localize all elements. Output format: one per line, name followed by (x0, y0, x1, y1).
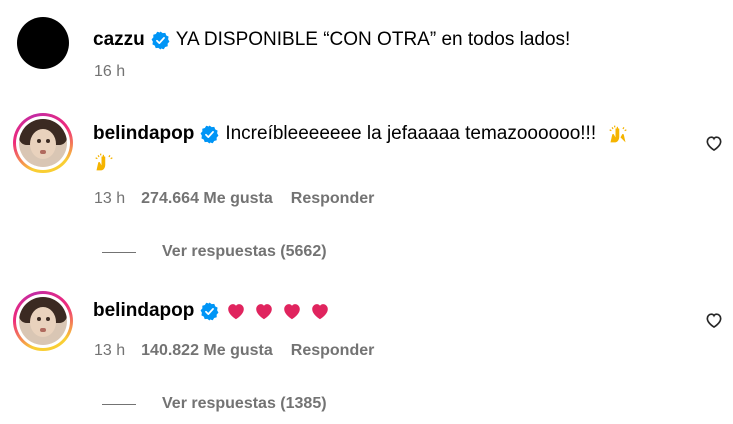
comment-emojis (225, 300, 337, 322)
comment-header: belindapop Increíbleeeeeee la jefaaaaa t… (93, 123, 628, 145)
avatar-belindapop[interactable] (13, 113, 73, 173)
verified-badge-icon (200, 124, 219, 144)
view-replies-label: Ver respuestas (5662) (162, 243, 327, 260)
raising-hands-icon (95, 153, 113, 171)
username[interactable]: belindapop (93, 123, 194, 145)
view-replies-button[interactable]: Ver respuestas (1385) (102, 395, 327, 413)
comment-header: cazzu YA DISPONIBLE “CON OTRA” en todos … (93, 29, 570, 51)
divider-line (102, 403, 136, 405)
comment-header: belindapop (93, 300, 337, 322)
like-heart-icon[interactable] (704, 133, 724, 153)
timestamp: 13 h (94, 342, 126, 359)
comment-text: YA DISPONIBLE “CON OTRA” en todos lados! (175, 29, 571, 50)
red-heart-icon (228, 304, 245, 320)
reply-button[interactable]: Responder (291, 342, 375, 360)
view-replies-label: Ver respuestas (1385) (162, 395, 327, 412)
red-heart-icon (312, 304, 329, 320)
reply-button[interactable]: Responder (291, 190, 375, 208)
comment-meta: 13 h 274.664 Me gusta Responder (94, 190, 374, 208)
raising-hands-icon (609, 125, 627, 143)
divider-line (102, 251, 136, 253)
avatar-cazzu[interactable] (17, 17, 69, 69)
timestamp: 16 h (94, 63, 126, 80)
verified-badge-icon (151, 30, 170, 50)
red-heart-icon (256, 304, 273, 320)
likes-count[interactable]: 274.664 Me gusta (141, 190, 273, 208)
red-heart-icon (284, 304, 301, 320)
view-replies-button[interactable]: Ver respuestas (5662) (102, 243, 327, 261)
comment-meta: 13 h 140.822 Me gusta Responder (94, 342, 374, 360)
comment-text-continuation (94, 152, 114, 172)
username[interactable]: cazzu (93, 29, 145, 51)
comment-meta: 16 h (94, 63, 141, 81)
username[interactable]: belindapop (93, 300, 194, 322)
like-heart-icon[interactable] (704, 310, 724, 330)
comment-text: Increíbleeeeeee la jefaaaaa temazoooooo!… (225, 123, 597, 144)
verified-badge-icon (200, 301, 219, 321)
timestamp: 13 h (94, 190, 126, 207)
avatar-belindapop[interactable] (13, 291, 73, 351)
likes-count[interactable]: 140.822 Me gusta (141, 342, 273, 360)
